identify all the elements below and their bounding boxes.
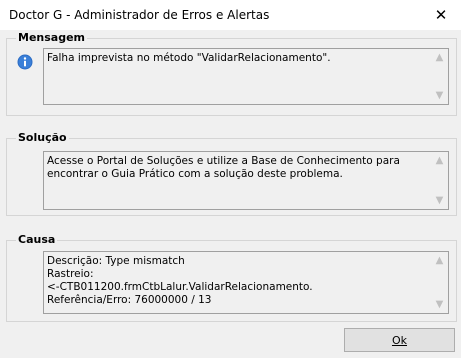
title-bar[interactable]: Doctor G - Administrador de Erros e Aler… bbox=[0, 0, 461, 30]
ok-button[interactable]: Ok bbox=[344, 328, 455, 352]
mensagem-text: Falha imprevista no método "ValidarRelac… bbox=[47, 52, 331, 64]
scroll-up-icon[interactable]: ▲ bbox=[431, 152, 448, 169]
mensagem-textbox[interactable]: Falha imprevista no método "ValidarRelac… bbox=[43, 48, 449, 105]
scroll-down-icon[interactable]: ▼ bbox=[431, 296, 448, 313]
causa-label: Causa bbox=[16, 233, 58, 246]
scroll-up-icon[interactable]: ▲ bbox=[431, 49, 448, 66]
causa-textbox[interactable]: Descrição: Type mismatch Rastreio: <-CTB… bbox=[43, 251, 449, 314]
scroll-up-icon[interactable]: ▲ bbox=[431, 252, 448, 269]
scroll-down-icon[interactable]: ▼ bbox=[431, 192, 448, 209]
ok-button-label: Ok bbox=[391, 333, 408, 347]
causa-text: Descrição: Type mismatch Rastreio: <-CTB… bbox=[47, 255, 313, 306]
solucao-scrollbar[interactable]: ▲ ▼ bbox=[431, 152, 448, 209]
solucao-text: Acesse o Portal de Soluções e utilize a … bbox=[47, 155, 404, 180]
causa-scrollbar[interactable]: ▲ ▼ bbox=[431, 252, 448, 313]
causa-group: Causa Descrição: Type mismatch Rastreio:… bbox=[6, 233, 457, 322]
window-title: Doctor G - Administrador de Erros e Aler… bbox=[9, 8, 270, 22]
close-icon: ✕ bbox=[434, 6, 448, 24]
scroll-down-icon[interactable]: ▼ bbox=[431, 87, 448, 104]
solucao-group: Solução Acesse o Portal de Soluções e ut… bbox=[6, 131, 457, 216]
mensagem-label: Mensagem bbox=[16, 31, 88, 44]
info-icon bbox=[17, 54, 33, 70]
solucao-label: Solução bbox=[16, 131, 69, 144]
mensagem-group: Mensagem Falha imprevista no método "Val… bbox=[6, 31, 457, 116]
close-button[interactable]: ✕ bbox=[421, 0, 461, 30]
solucao-textbox[interactable]: Acesse o Portal de Soluções e utilize a … bbox=[43, 151, 449, 210]
mensagem-scrollbar[interactable]: ▲ ▼ bbox=[431, 49, 448, 104]
